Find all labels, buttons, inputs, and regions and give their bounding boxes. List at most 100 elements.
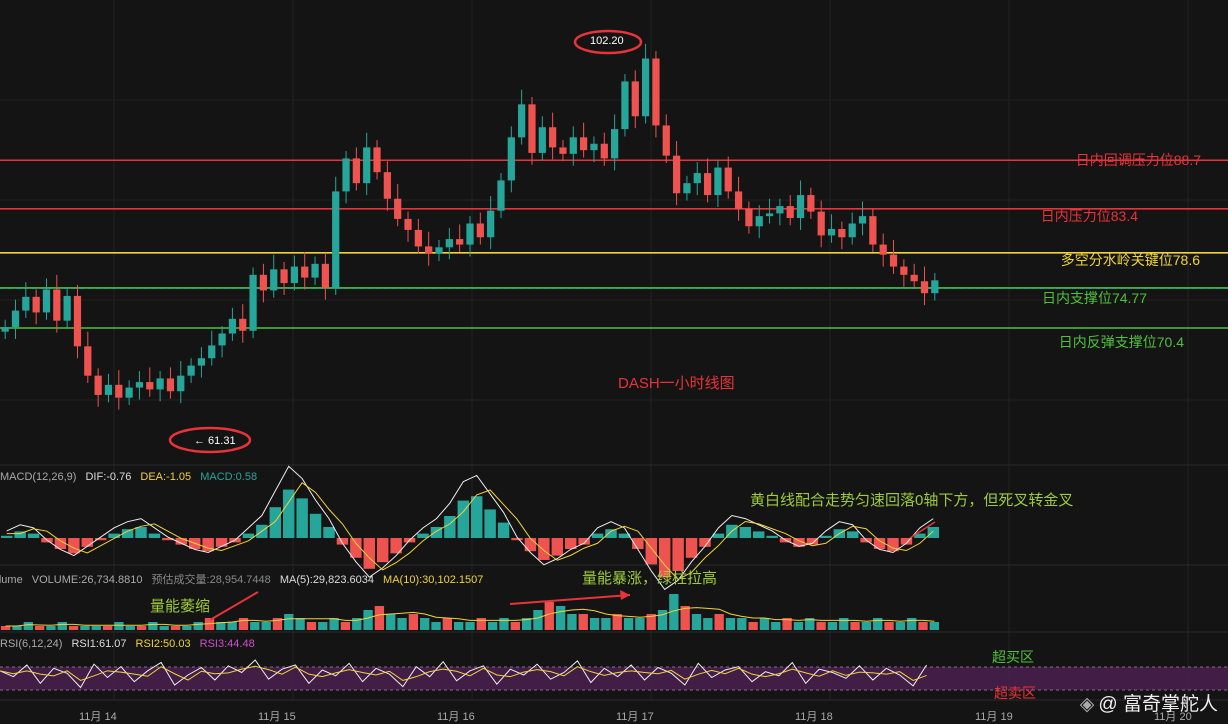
- volume-ma5: MA(5):29,823.6034: [279, 574, 374, 586]
- candle-body: [187, 365, 195, 376]
- candle-body: [311, 263, 319, 278]
- candle-body: [920, 281, 929, 294]
- volume-bar: [714, 614, 724, 630]
- candle-body: [683, 183, 691, 194]
- candle-body: [404, 218, 412, 230]
- macd-histogram-bar: [444, 516, 456, 538]
- candle-body: [889, 254, 898, 267]
- macd-annotation: 黄白线配合走势匀速回落0轴下方，但死叉转金叉: [750, 492, 1074, 509]
- volume-bar: [884, 622, 894, 630]
- candle-body: [383, 172, 391, 199]
- candle-body: [693, 173, 701, 184]
- macd-histogram-bar: [685, 538, 698, 558]
- candle-body: [32, 296, 40, 313]
- candle-body: [290, 266, 299, 284]
- volume-bar: [612, 614, 622, 630]
- candle-body: [166, 378, 175, 392]
- candle-body: [476, 223, 484, 238]
- volume-bar: [442, 618, 453, 630]
- candle-body: [858, 216, 867, 224]
- candle-body: [208, 345, 216, 359]
- volume-bar: [386, 614, 396, 630]
- volume-bar: [374, 606, 385, 630]
- candle-body: [703, 173, 712, 196]
- x-tick-label: 11月 17: [616, 711, 654, 723]
- candle-body: [817, 211, 825, 236]
- candle-body: [228, 318, 237, 334]
- volume-bar: [1, 626, 11, 630]
- volume-bar: [170, 626, 181, 630]
- candle-body: [549, 127, 557, 148]
- volume-bar: [57, 622, 67, 630]
- candle-body: [776, 206, 784, 214]
- x-tick-label: 11月 14: [79, 711, 117, 723]
- candle-body: [569, 137, 577, 154]
- rsi3-value: RSI3:44.48: [199, 638, 255, 650]
- volume-bar: [68, 626, 79, 630]
- macd-histogram-bar: [148, 533, 161, 538]
- rsi-overbought-label: 超买区: [992, 649, 1034, 665]
- high-price-label: 102.20: [590, 35, 624, 47]
- candle-body: [910, 274, 918, 282]
- volume-bar: [657, 610, 668, 630]
- candle-body: [363, 147, 371, 184]
- candle-body: [218, 333, 226, 346]
- candle-body: [84, 346, 92, 376]
- macd-histogram-bar: [591, 533, 604, 538]
- rsi1-value: RSI1:61.07: [71, 638, 127, 650]
- volume-bar: [295, 618, 305, 630]
- macd-histogram-bar: [484, 509, 496, 538]
- macd-header: MACD(12,26,9) DIF:-0.76 DEA:-1.05 MACD:0…: [0, 471, 263, 483]
- candle-body: [672, 155, 681, 194]
- volume-bar: [363, 610, 373, 630]
- candle-body: [321, 263, 329, 288]
- candle-body: [538, 127, 546, 153]
- candle-body: [641, 58, 650, 117]
- volume-bar: [125, 626, 135, 630]
- macd-histogram-bar: [739, 527, 751, 538]
- volume-bar: [46, 626, 56, 630]
- volume-shrink-arrow: [209, 591, 259, 621]
- volume-bar: [533, 610, 543, 630]
- candle-body: [280, 269, 288, 284]
- macd-histogram-bar: [766, 535, 778, 538]
- volume-bar: [193, 622, 203, 630]
- volume-bar: [589, 618, 600, 630]
- volume-bar: [544, 602, 554, 630]
- volume-bar: [873, 618, 883, 630]
- macd-histogram-bar: [497, 522, 510, 538]
- candle-body: [807, 195, 815, 212]
- volume-header: Volume VOLUME:26,734.8810 预估成交量:28,954.7…: [0, 571, 489, 587]
- macd-histogram-bar: [511, 538, 523, 541]
- macd-histogram-bar: [712, 533, 725, 538]
- candle-body: [755, 216, 763, 227]
- volume-bar: [816, 622, 826, 630]
- price-series: [1, 43, 939, 410]
- volume-bar: [759, 618, 770, 630]
- candle-body: [621, 81, 629, 130]
- candle-body: [22, 296, 30, 311]
- volume-bar: [725, 618, 736, 630]
- macd-histogram-bar: [242, 533, 255, 538]
- volume-bar: [340, 622, 351, 630]
- candle-body: [104, 384, 113, 395]
- candle-body: [869, 216, 877, 245]
- x-tick-label: 11月 15: [258, 711, 296, 723]
- volume-bar: [318, 622, 328, 630]
- volume-bar: [839, 618, 849, 630]
- candle-body: [456, 239, 464, 245]
- volume-spike-annotation: 量能暴涨，绿柱拉高: [582, 570, 718, 587]
- volume-bar: [397, 618, 407, 630]
- volume-bar: [703, 618, 713, 630]
- volume-bar: [454, 622, 464, 630]
- volume-bar: [555, 606, 566, 630]
- candle-body: [662, 125, 670, 156]
- candle-body: [765, 213, 774, 217]
- candle-body: [796, 195, 805, 218]
- candle-body: [270, 269, 278, 291]
- candle-body: [879, 244, 887, 255]
- level-label-resistance: 日内压力位83.4: [1040, 208, 1138, 224]
- candle-body: [559, 147, 567, 154]
- x-tick-label: 11月 16: [437, 711, 475, 723]
- volume-bar: [601, 618, 611, 630]
